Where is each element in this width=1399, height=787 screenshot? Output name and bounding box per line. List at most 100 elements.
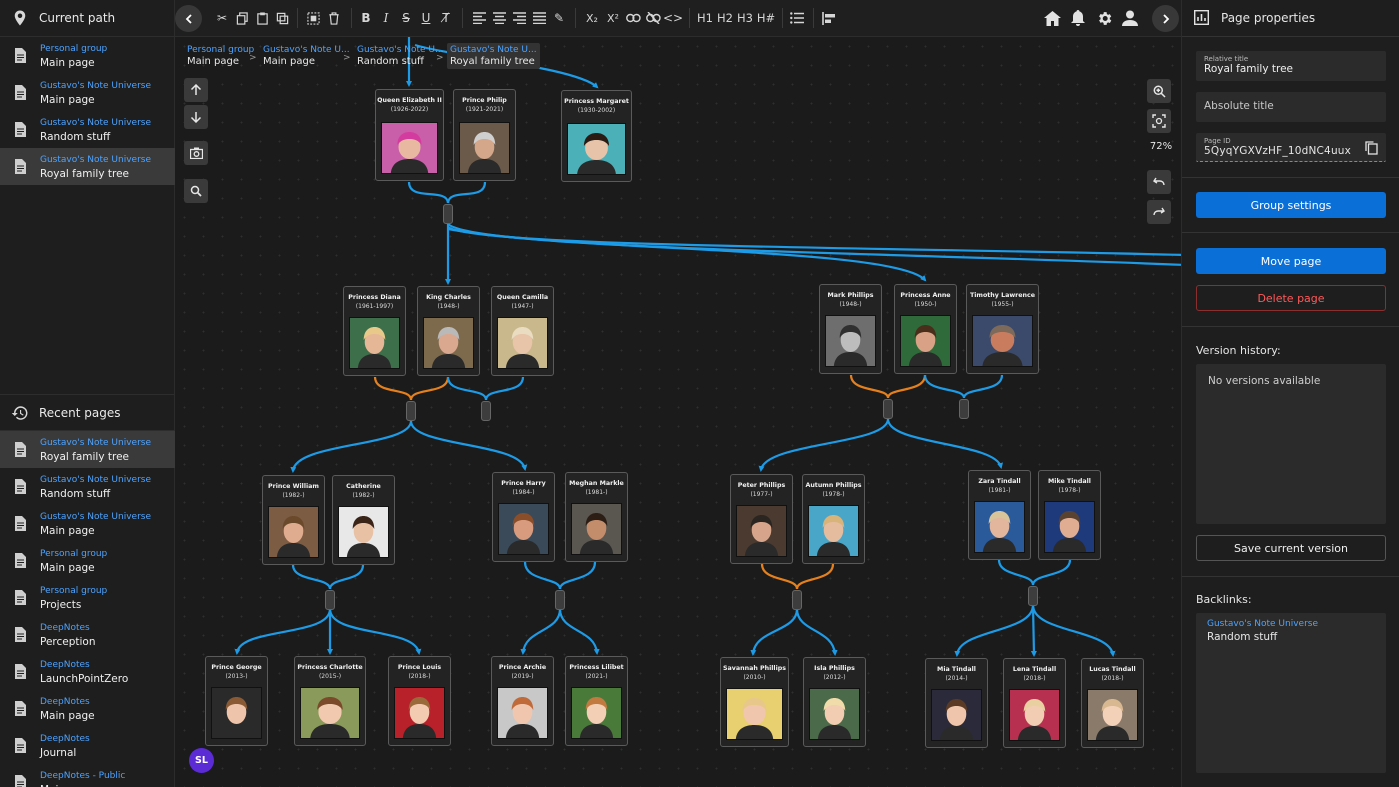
person-card[interactable]: Princess Charlotte (2015-) (294, 656, 366, 746)
zoom-button[interactable] (1147, 79, 1171, 103)
person-card[interactable]: Mia Tindall (2014-) (925, 658, 988, 748)
notifications-button[interactable] (1068, 8, 1088, 28)
page-id-field[interactable]: Page ID 5QyqYGXVzHF_10dNC4uux (1196, 133, 1386, 162)
recent-page-item[interactable]: Gustavo's Note Universe Main page (0, 505, 175, 542)
duplicate-button[interactable] (273, 8, 291, 28)
person-card[interactable]: King Charles (1948-) (417, 286, 480, 376)
link-hub[interactable] (883, 399, 893, 419)
person-card[interactable]: Savannah Phillips (2010-) (720, 657, 789, 747)
person-card[interactable]: Lucas Tindall (2018-) (1081, 658, 1144, 748)
relative-title-field[interactable]: Relative title Royal family tree (1196, 51, 1386, 81)
bold-button[interactable]: B (357, 8, 375, 28)
recent-page-item[interactable]: DeepNotes Perception (0, 616, 175, 653)
superscript-button[interactable]: X² (603, 8, 623, 28)
breadcrumb-item[interactable]: Gustavo's Note U... Royal family tree (447, 43, 540, 69)
underline-button[interactable]: U (417, 8, 435, 28)
current-path-item[interactable]: Personal group Main page (0, 37, 175, 74)
copy-button[interactable] (233, 8, 251, 28)
link-hub[interactable] (1028, 586, 1038, 606)
align-right-button[interactable] (510, 8, 528, 28)
paste-button[interactable] (253, 8, 271, 28)
person-card[interactable]: Prince William (1982-) (262, 475, 325, 565)
group-settings-button[interactable]: Group settings (1196, 192, 1386, 218)
person-card[interactable]: Timothy Lawrence (1955-) (966, 284, 1039, 374)
justify-button[interactable] (530, 8, 548, 28)
screenshot-button[interactable] (184, 141, 208, 165)
unlink-button[interactable] (644, 8, 662, 28)
recent-page-item[interactable]: Gustavo's Note Universe Random stuff (0, 468, 175, 505)
code-button[interactable]: <> (663, 8, 683, 28)
absolute-title-field[interactable]: Absolute title (1196, 92, 1386, 122)
person-card[interactable]: Princess Margaret (1930-2002) (561, 90, 632, 182)
home-button[interactable] (1042, 8, 1062, 28)
select-all-button[interactable] (304, 8, 322, 28)
collapse-left-button[interactable] (175, 5, 202, 32)
bullet-list-button[interactable] (788, 8, 806, 28)
recent-page-item[interactable]: Personal group Main page (0, 542, 175, 579)
person-card[interactable]: Autumn Phillips (1978-) (802, 474, 865, 564)
redo-button[interactable] (1147, 200, 1171, 224)
link-hub[interactable] (555, 590, 565, 610)
breadcrumb-item[interactable]: Gustavo's Note U... Random stuff > (354, 43, 447, 69)
account-button[interactable] (1120, 8, 1140, 28)
person-card[interactable]: Mark Phillips (1948-) (819, 284, 882, 374)
link-hub[interactable] (325, 590, 335, 610)
person-card[interactable]: Prince George (2013-) (205, 656, 268, 746)
person-card[interactable]: Prince Louis (2018-) (388, 656, 451, 746)
delete-button[interactable] (325, 8, 343, 28)
cut-button[interactable]: ✂ (213, 8, 231, 28)
person-card[interactable]: Princess Diana (1961-1997) (343, 286, 406, 376)
person-card[interactable]: Lena Tindall (2018-) (1003, 658, 1066, 748)
h2-button[interactable]: H2 (715, 8, 735, 28)
collapse-right-button[interactable] (1152, 5, 1179, 32)
link-hub[interactable] (406, 401, 416, 421)
breadcrumb-item[interactable]: Gustavo's Note U... Main page > (260, 43, 353, 69)
person-card[interactable]: Queen Camilla (1947-) (491, 286, 554, 376)
delete-page-button[interactable]: Delete page (1196, 285, 1386, 311)
person-card[interactable]: Princess Lilibet (2021-) (565, 656, 628, 746)
align-center-button[interactable] (490, 8, 508, 28)
copy-id-icon[interactable] (1365, 141, 1378, 155)
highlight-button[interactable]: ✎ (550, 8, 568, 28)
subscript-button[interactable]: X₂ (582, 8, 602, 28)
recent-page-item[interactable]: Gustavo's Note Universe Royal family tree (0, 431, 175, 468)
link-hub[interactable] (443, 204, 453, 224)
align-left-button[interactable] (470, 8, 488, 28)
breadcrumb-item[interactable]: Personal group Main page > (184, 43, 257, 69)
link-hub[interactable] (481, 401, 491, 421)
move-down-button[interactable] (184, 105, 208, 129)
person-card[interactable]: Mike Tindall (1978-) (1038, 470, 1101, 560)
link-hub[interactable] (959, 399, 969, 419)
settings-button[interactable] (1094, 8, 1114, 28)
clear-format-button[interactable]: T̸ (437, 8, 455, 28)
heading-other-button[interactable]: H# (755, 8, 777, 28)
person-card[interactable]: Princess Anne (1950-) (894, 284, 957, 374)
page-canvas[interactable]: Queen Elizabeth II (1926-2022) Prince Phil… (175, 37, 1181, 787)
person-card[interactable]: Prince Harry (1984-) (492, 472, 555, 562)
link-hub[interactable] (792, 590, 802, 610)
recent-page-item[interactable]: Personal group Projects (0, 579, 175, 616)
recent-page-item[interactable]: DeepNotes Journal (0, 727, 175, 764)
person-card[interactable]: Isla Phillips (2012-) (803, 657, 866, 747)
save-version-button[interactable]: Save current version (1196, 535, 1386, 561)
align-objects-button[interactable] (820, 8, 838, 28)
find-button[interactable] (184, 179, 208, 203)
person-card[interactable]: Zara Tindall (1981-) (968, 470, 1031, 560)
h1-button[interactable]: H1 (695, 8, 715, 28)
person-card[interactable]: Catherine (1982-) (332, 475, 395, 565)
fit-screen-button[interactable] (1147, 109, 1171, 133)
current-path-item[interactable]: Gustavo's Note Universe Random stuff (0, 111, 175, 148)
italic-button[interactable]: I (377, 8, 395, 28)
move-up-button[interactable] (184, 78, 208, 102)
user-avatar[interactable]: SL (189, 748, 214, 773)
h3-button[interactable]: H3 (735, 8, 755, 28)
undo-button[interactable] (1147, 170, 1171, 194)
recent-page-item[interactable]: DeepNotes LaunchPointZero (0, 653, 175, 690)
person-card[interactable]: Prince Archie (2019-) (491, 656, 554, 746)
person-card[interactable]: Peter Phillips (1977-) (730, 474, 793, 564)
backlink-item[interactable]: Gustavo's Note Universe Random stuff (1207, 618, 1375, 644)
recent-page-item[interactable]: DeepNotes - Public Main page (0, 764, 175, 787)
person-card[interactable]: Prince Philip (1921-2021) (453, 89, 516, 181)
person-card[interactable]: Meghan Markle (1981-) (565, 472, 628, 562)
move-page-button[interactable]: Move page (1196, 248, 1386, 274)
